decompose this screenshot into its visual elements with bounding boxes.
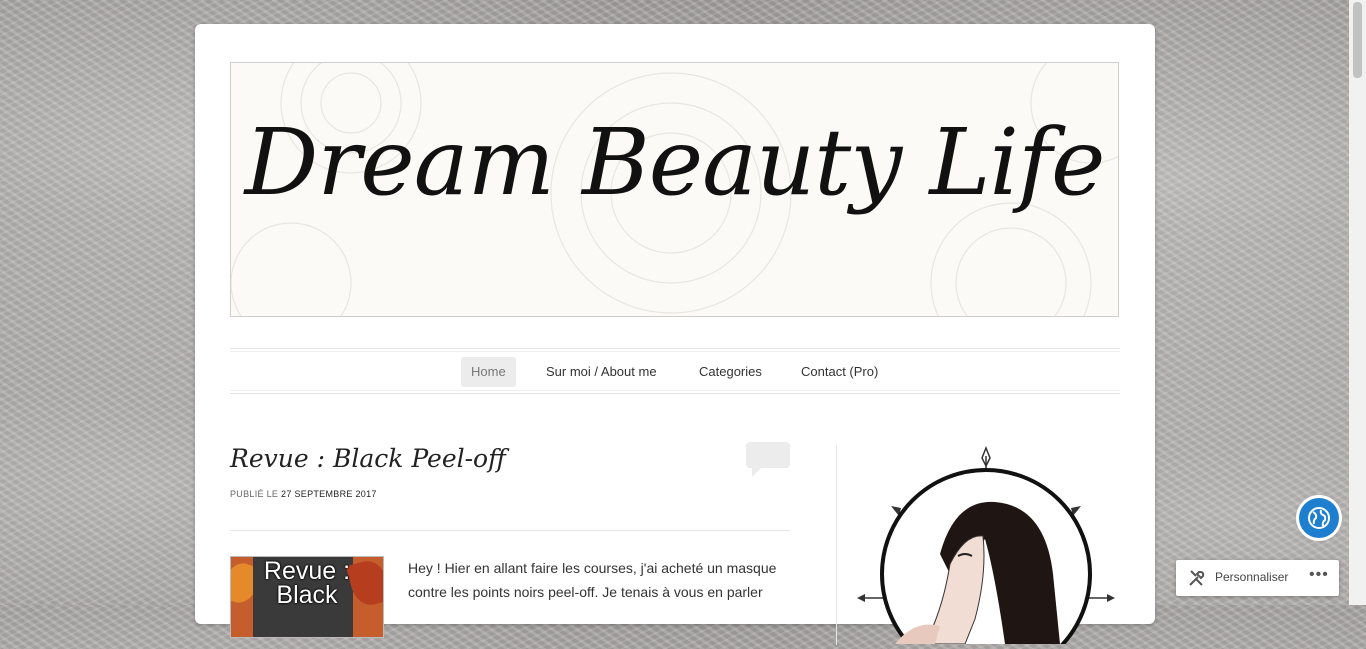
post-date[interactable]: 27 septembre 2017 [281,489,377,499]
page-container: Dream Beauty Life Home Sur moi / About m… [195,24,1155,649]
globe-icon[interactable] [1299,498,1339,538]
sidebar-avatar[interactable] [855,444,1115,649]
customize-bar: Personnaliser ••• [1176,560,1339,596]
tools-icon[interactable] [1188,569,1206,587]
more-options-icon[interactable]: ••• [1309,566,1329,584]
nav-item-categories[interactable]: Categories [689,357,772,387]
thumbnail-caption: Revue : Black [263,557,351,609]
post-thumbnail[interactable]: Revue : Black [230,556,384,638]
post-title[interactable]: Revue : Black Peel-off [230,444,506,473]
post-meta-prefix: Publié le [230,489,279,499]
sidebar-divider [836,445,837,645]
post-meta: Publié le 27 septembre 2017 [230,489,377,499]
nav-item-contact[interactable]: Contact (Pro) [791,357,888,387]
comment-bubble-icon[interactable] [746,442,790,477]
header-banner[interactable]: Dream Beauty Life [230,62,1119,317]
post-divider [230,530,790,531]
post-excerpt: Hey ! Hier en allant faire les courses, … [408,560,777,600]
nav-item-about[interactable]: Sur moi / About me [536,357,667,387]
main-navigation: Home Sur moi / About me Categories Conta… [230,348,1120,394]
nav-item-home[interactable]: Home [461,357,516,387]
site-title[interactable]: Dream Beauty Life [231,109,1118,216]
customize-button[interactable]: Personnaliser [1215,570,1288,584]
globe-glyph [1308,507,1330,529]
avatar-illustration [857,445,1115,649]
page-scrollbar[interactable] [1349,0,1366,605]
scrollbar-thumb[interactable] [1353,2,1362,78]
